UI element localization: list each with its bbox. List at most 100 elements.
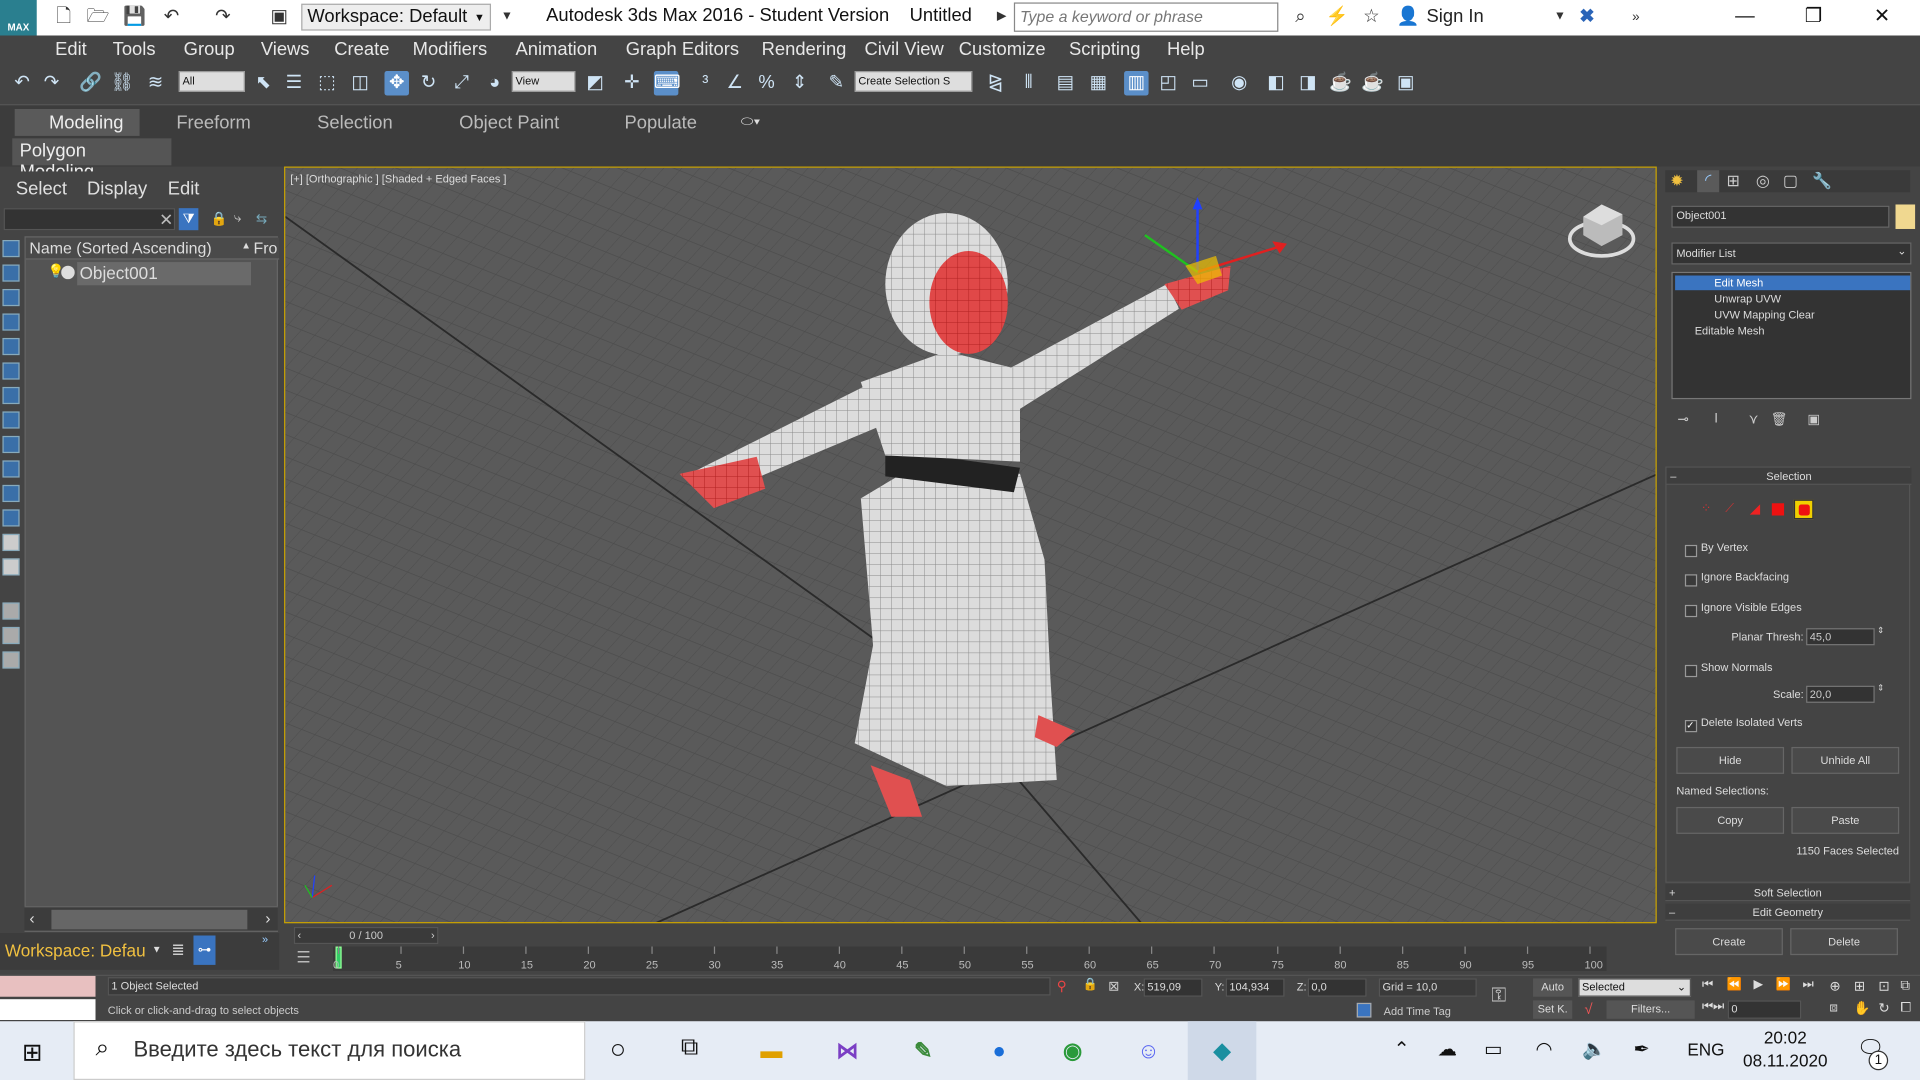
menu-rendering[interactable]: Rendering: [762, 39, 847, 60]
object-color-swatch[interactable]: [1895, 204, 1916, 229]
ignore-visible-edges-checkbox[interactable]: [1684, 604, 1698, 618]
redo-icon[interactable]: ↷: [39, 71, 63, 95]
ribbon-options-icon[interactable]: ⬭▾: [741, 113, 761, 131]
select-move-icon[interactable]: ✥: [384, 71, 409, 96]
play-icon[interactable]: ▶: [1753, 978, 1762, 991]
spinner-snap-icon[interactable]: ⇕: [787, 71, 811, 95]
display-none-icon[interactable]: [2, 240, 20, 258]
select-manipulate-icon[interactable]: ✛: [620, 71, 644, 95]
element-mode-icon[interactable]: [1793, 499, 1814, 520]
scene-explorer-toggle-icon[interactable]: ⊶: [193, 935, 216, 965]
menu-customize[interactable]: Customize: [959, 39, 1046, 60]
current-frame-field[interactable]: 0: [1727, 1000, 1802, 1019]
battery-icon[interactable]: ▭: [1484, 1037, 1503, 1061]
xrefs-filter-icon[interactable]: [2, 484, 20, 503]
orbit-icon[interactable]: ↻: [1878, 1000, 1889, 1017]
go-to-start-icon[interactable]: ⏮: [1702, 978, 1713, 991]
set-key-button[interactable]: Set K.: [1533, 1000, 1573, 1019]
go-to-end-icon[interactable]: ⏭: [1802, 978, 1813, 991]
edit-named-selection-icon[interactable]: ✎: [824, 71, 848, 95]
chrome-icon[interactable]: ◉: [1053, 1031, 1092, 1070]
render-setup-icon[interactable]: ◧: [1264, 71, 1288, 95]
object-visibility-icon[interactable]: [61, 265, 75, 280]
select-by-name-icon[interactable]: ☰: [282, 71, 306, 95]
restore-button[interactable]: ❐: [1785, 0, 1841, 36]
stack-item-editable-mesh[interactable]: Editable Mesh: [1675, 323, 1910, 338]
bones-filter-icon[interactable]: [2, 509, 20, 527]
scroll-left-icon[interactable]: ‹: [29, 909, 34, 927]
placement-icon[interactable]: ◕: [482, 71, 506, 95]
filter-icon[interactable]: ⧩: [178, 208, 199, 231]
polygon-modeling-button[interactable]: Polygon Modeling: [12, 138, 172, 182]
display-tab-icon[interactable]: ▢: [1783, 171, 1798, 191]
zoom-all-icon[interactable]: ⊞: [1854, 978, 1865, 995]
spacewarps-filter-icon[interactable]: [2, 435, 20, 454]
undo-icon[interactable]: ↶: [159, 6, 183, 28]
clear-search-icon[interactable]: ✕: [159, 209, 173, 230]
maps-icon[interactable]: ●: [980, 1031, 1019, 1070]
redo-icon[interactable]: ↷: [211, 6, 235, 28]
auto-key-button[interactable]: Auto: [1533, 978, 1573, 997]
render-iterative-icon[interactable]: ☕: [1360, 71, 1384, 95]
zoom-region-icon[interactable]: ⧈: [1829, 1000, 1838, 1016]
percent-snap-icon[interactable]: %: [754, 71, 778, 95]
communication-center-icon[interactable]: ⚡: [1325, 6, 1349, 28]
menu-civil-view[interactable]: Civil View: [864, 39, 943, 60]
stack-item-edit-mesh[interactable]: Edit Mesh: [1675, 275, 1911, 291]
next-frame-icon[interactable]: ⏩: [1776, 978, 1791, 991]
hide-button[interactable]: Hide: [1676, 746, 1785, 774]
sign-in-link[interactable]: Sign In: [1427, 6, 1484, 27]
filters-button[interactable]: Filters...: [1606, 1000, 1695, 1019]
scroll-thumb[interactable]: [51, 909, 248, 930]
render-production-icon[interactable]: ☕: [1329, 71, 1353, 95]
selection-lock-icon[interactable]: 🔒: [1082, 978, 1097, 991]
angle-snap-icon[interactable]: ∠: [722, 71, 746, 95]
object-name-field[interactable]: Object001: [1671, 205, 1890, 228]
named-selection-dropdown[interactable]: Create Selection S: [854, 71, 973, 92]
spinner-arrows-icon[interactable]: ⇕: [1877, 626, 1884, 636]
undo-icon[interactable]: ↶: [10, 71, 34, 95]
menu-animation[interactable]: Animation: [516, 39, 598, 60]
favorites-star-icon[interactable]: ☆: [1359, 6, 1383, 28]
scene-explorer-icon[interactable]: ▥: [1124, 71, 1149, 96]
overflow-icon[interactable]: »: [1624, 6, 1648, 28]
reference-coord-dropdown[interactable]: View: [511, 71, 576, 92]
absolute-mode-icon[interactable]: ⊠: [1108, 978, 1119, 995]
create-tab-icon[interactable]: ✹: [1670, 171, 1683, 191]
time-tag-icon[interactable]: [1356, 1002, 1372, 1018]
key-mode-toggle-icon[interactable]: ⏮⏭: [1702, 1000, 1724, 1013]
window-crossing-icon[interactable]: ◫: [348, 71, 372, 95]
signin-chevron-down-icon[interactable]: ▼: [1548, 6, 1572, 28]
exchange-apps-icon[interactable]: ✖: [1575, 6, 1599, 28]
tab-object-paint[interactable]: Object Paint: [459, 113, 559, 134]
scale-spinner[interactable]: 20,0: [1806, 685, 1875, 703]
isolate-selection-icon[interactable]: ⚲: [1057, 978, 1067, 995]
layer-explorer-icon[interactable]: ▤: [1053, 71, 1077, 95]
link-icon[interactable]: 🔗: [78, 71, 102, 95]
set-key-icon[interactable]: ⚿: [1491, 986, 1506, 1008]
explorer-menu-select[interactable]: Select: [16, 179, 67, 200]
configure-modifier-sets-icon[interactable]: ▣: [1807, 411, 1820, 428]
curve-editor-icon[interactable]: ◰: [1156, 71, 1180, 95]
menu-graph-editors[interactable]: Graph Editors: [626, 39, 739, 60]
unhide-all-button[interactable]: Unhide All: [1791, 746, 1900, 774]
delete-button[interactable]: Delete: [1790, 928, 1898, 956]
pan-icon[interactable]: ✋: [1854, 1000, 1871, 1017]
menu-edit[interactable]: Edit: [55, 39, 87, 60]
motion-tab-icon[interactable]: ◎: [1756, 171, 1770, 191]
add-time-tag[interactable]: Add Time Tag: [1384, 1005, 1451, 1017]
scroll-right-icon[interactable]: ›: [265, 909, 270, 927]
show-normals-checkbox[interactable]: [1684, 664, 1698, 678]
close-button[interactable]: ✕: [1854, 0, 1910, 36]
viewport-orthographic[interactable]: [+] [Orthographic ] [Shaded + Edged Face…: [284, 166, 1657, 924]
windows-start-icon[interactable]: ⊞: [22, 1037, 43, 1068]
name-column-header[interactable]: Name (Sorted Ascending): [29, 239, 211, 257]
previous-frame-icon[interactable]: ⏪: [1727, 978, 1742, 991]
select-object-icon[interactable]: ⬉: [251, 71, 275, 95]
container-filter-icon[interactable]: [2, 651, 20, 669]
tab-selection[interactable]: Selection: [317, 113, 393, 134]
menu-scripting[interactable]: Scripting: [1069, 39, 1140, 60]
y-coord-field[interactable]: 104,934: [1225, 978, 1285, 997]
show-end-result-icon[interactable]: I: [1714, 411, 1718, 426]
keyboard-shortcut-override-icon[interactable]: ⌨: [653, 71, 680, 96]
